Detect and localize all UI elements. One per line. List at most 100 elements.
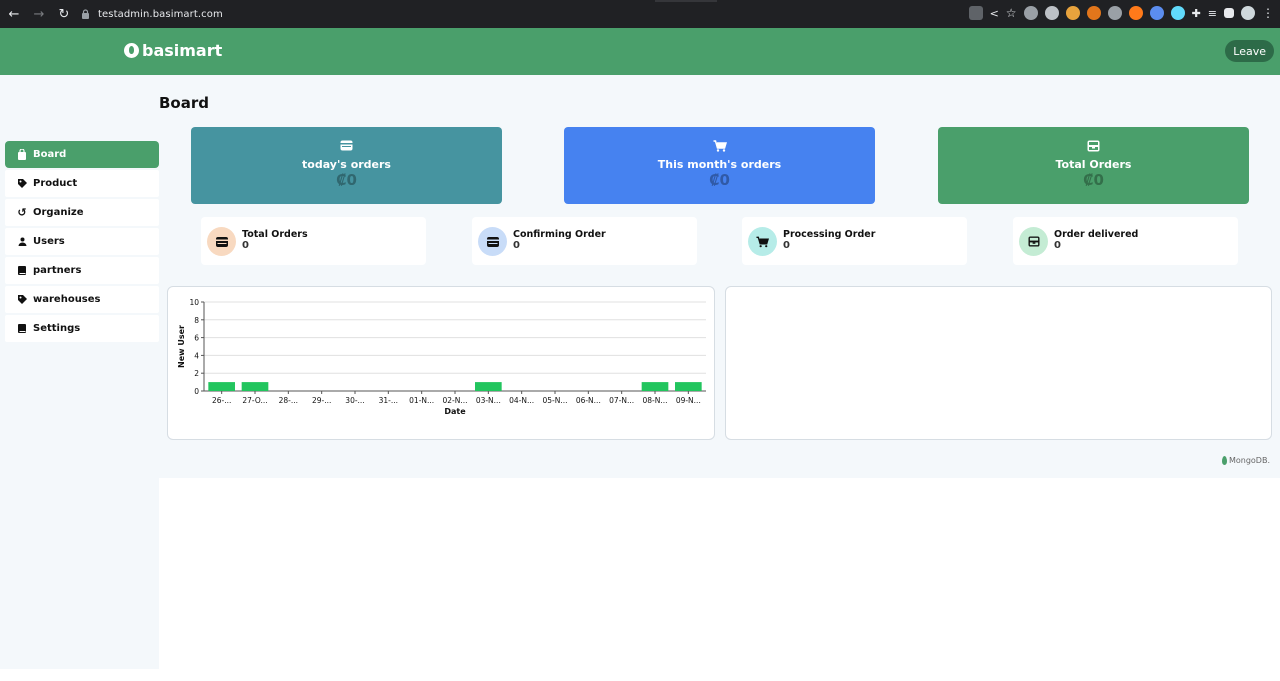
x-tick-label: 26-... xyxy=(212,396,231,405)
card-value: ₡0 xyxy=(336,171,357,189)
sidebar-item-partners[interactable]: partners xyxy=(5,257,159,284)
shopping-bag-icon xyxy=(16,149,28,161)
book-icon xyxy=(16,265,28,277)
tag-icon xyxy=(16,178,28,190)
x-axis-label: Date xyxy=(444,407,466,416)
brand-logo[interactable]: basimart xyxy=(124,41,222,60)
sidebar: Board Product ↺ Organize Users partners … xyxy=(5,141,159,344)
sidebar-item-organize[interactable]: ↺ Organize xyxy=(5,199,159,226)
card-title: today's orders xyxy=(302,158,391,171)
stat-order-delivered[interactable]: Order delivered 0 xyxy=(1013,217,1238,265)
card-title: Total Orders xyxy=(1055,158,1132,171)
y-tick-label: 10 xyxy=(189,298,199,307)
app-header: basimart Leave xyxy=(0,28,1280,75)
x-tick-label: 29-... xyxy=(312,396,331,405)
stat-label: Total Orders xyxy=(242,229,308,240)
metamask-icon[interactable] xyxy=(1086,6,1101,20)
wallet-icon xyxy=(207,227,236,256)
x-tick-label: 09-N... xyxy=(676,396,701,405)
card-total-orders[interactable]: Total Orders ₡0 xyxy=(938,127,1249,204)
x-tick-label: 01-N... xyxy=(409,396,434,405)
stat-label: Confirming Order xyxy=(513,229,606,240)
profile-avatar[interactable] xyxy=(1241,6,1255,20)
y-tick-label: 6 xyxy=(194,334,199,343)
cart-icon xyxy=(748,227,777,256)
stat-value: 0 xyxy=(1054,240,1061,251)
cart-icon xyxy=(564,140,875,154)
secondary-chart-panel xyxy=(725,286,1272,440)
sidebar-item-users[interactable]: Users xyxy=(5,228,159,255)
translate-icon[interactable] xyxy=(968,6,983,20)
new-user-chart-panel: 0 2 4 6 8 10 26-... 27-O... 28-... 29-... 30-... 31… xyxy=(167,286,715,440)
card-month-orders[interactable]: This month's orders ₡0 xyxy=(564,127,875,204)
x-tick-label: 08-N... xyxy=(642,396,667,405)
stat-value: 0 xyxy=(783,240,790,251)
book-icon xyxy=(16,323,28,335)
wallet-icon xyxy=(478,227,507,256)
mongodb-badge[interactable]: MongoDB. xyxy=(1221,456,1270,465)
chart-bar xyxy=(641,382,669,391)
sidebar-background xyxy=(0,478,159,669)
star-icon[interactable]: ☆ xyxy=(1006,6,1017,20)
react-devtools-icon[interactable] xyxy=(1170,6,1185,20)
x-tick-label: 03-N... xyxy=(476,396,501,405)
x-tick-label: 27-O... xyxy=(242,396,267,405)
sidebar-item-label: partners xyxy=(33,265,82,276)
tab-indicator xyxy=(655,0,717,2)
sidebar-item-warehouses[interactable]: warehouses xyxy=(5,286,159,313)
stat-value: 0 xyxy=(242,240,249,251)
reload-icon[interactable]: ↻ xyxy=(53,3,75,25)
card-todays-orders[interactable]: today's orders ₡0 xyxy=(191,127,502,204)
extensions-bar: < ☆ ✚ ≡ ⋮ xyxy=(968,6,1274,20)
back-icon[interactable]: ← xyxy=(3,3,25,25)
y-tick-label: 0 xyxy=(194,387,199,396)
y-tick-label: 8 xyxy=(194,316,199,325)
x-tick-label: 07-N... xyxy=(609,396,634,405)
page-footer-space xyxy=(0,669,1280,681)
extension-1-icon[interactable] xyxy=(1023,6,1038,20)
stat-processing-order[interactable]: Processing Order 0 xyxy=(742,217,967,265)
lock-icon[interactable] xyxy=(78,7,92,21)
sidebar-item-product[interactable]: Product xyxy=(5,170,159,197)
x-tick-label: 28-... xyxy=(279,396,298,405)
headphones-icon[interactable] xyxy=(1128,6,1143,20)
sidebar-item-label: Board xyxy=(33,149,67,160)
x-tick-label: 05-N... xyxy=(542,396,567,405)
side-panel-icon[interactable] xyxy=(1224,8,1234,18)
user-icon xyxy=(16,236,28,248)
new-user-chart: 0 2 4 6 8 10 26-... 27-O... 28-... 29-... 30-... 31… xyxy=(177,298,706,416)
card-title: This month's orders xyxy=(657,158,782,171)
mongodb-leaf-icon xyxy=(1221,456,1227,465)
inbox-icon xyxy=(938,140,1249,154)
stat-value: 0 xyxy=(513,240,520,251)
chart-bar xyxy=(208,382,235,391)
y-tick-label: 4 xyxy=(194,351,199,360)
extension-2-icon[interactable] xyxy=(1044,6,1059,20)
menu-icon[interactable]: ⋮ xyxy=(1262,6,1274,20)
extension-4-icon[interactable] xyxy=(1107,6,1122,20)
share-icon[interactable]: < xyxy=(990,7,999,20)
puzzle-icon[interactable]: ✚ xyxy=(1192,7,1201,20)
url-text[interactable]: testadmin.basimart.com xyxy=(98,9,223,20)
x-tick-label: 06-N... xyxy=(576,396,601,405)
stat-confirming-order[interactable]: Confirming Order 0 xyxy=(472,217,697,265)
logo-icon xyxy=(124,43,139,58)
stat-label: Order delivered xyxy=(1054,229,1139,240)
y-axis-label: New User xyxy=(177,325,186,368)
chart-bar xyxy=(241,382,269,391)
reading-list-icon[interactable]: ≡ xyxy=(1208,7,1217,20)
sidebar-item-label: Product xyxy=(33,178,78,189)
sidebar-item-board[interactable]: Board xyxy=(5,141,159,168)
x-tick-label: 31-... xyxy=(379,396,398,405)
y-tick-label: 2 xyxy=(194,369,199,378)
sidebar-item-settings[interactable]: Settings xyxy=(5,315,159,342)
chart-bar xyxy=(475,382,502,391)
stat-total-orders[interactable]: Total Orders 0 xyxy=(201,217,426,265)
extension-3-icon[interactable] xyxy=(1065,6,1080,20)
extension-5-icon[interactable] xyxy=(1149,6,1164,20)
stat-label: Processing Order xyxy=(783,229,876,240)
card-value: ₡0 xyxy=(1083,171,1104,189)
leave-button[interactable]: Leave xyxy=(1225,40,1274,62)
refresh-icon: ↺ xyxy=(17,206,27,219)
forward-icon[interactable]: → xyxy=(28,3,50,25)
